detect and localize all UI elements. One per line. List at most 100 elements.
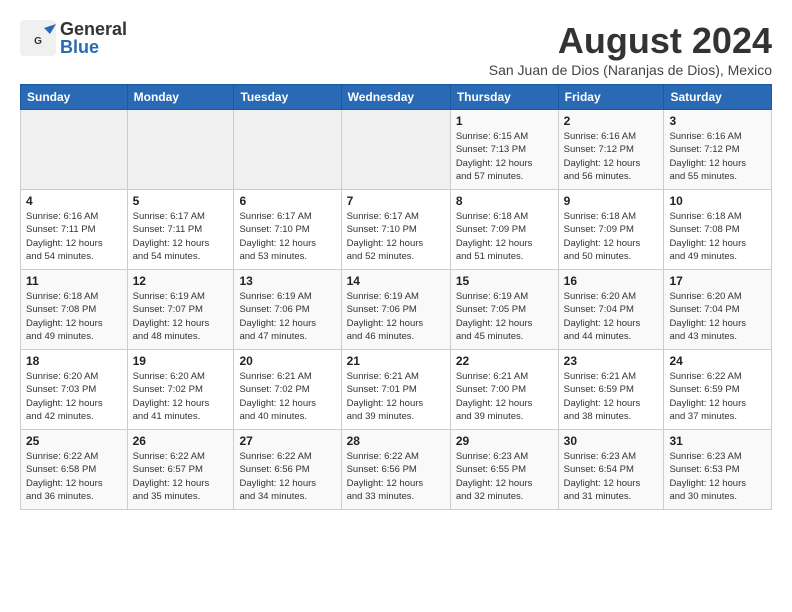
day-number: 19 [133,354,229,368]
calendar-cell: 11Sunrise: 6:18 AM Sunset: 7:08 PM Dayli… [21,270,128,350]
day-number: 15 [456,274,553,288]
day-info: Sunrise: 6:21 AM Sunset: 6:59 PM Dayligh… [564,370,659,423]
calendar-cell: 8Sunrise: 6:18 AM Sunset: 7:09 PM Daylig… [450,190,558,270]
calendar-cell: 19 Sunrise: 6:20 AM Sunset: 7:02 PM Dayli… [127,350,234,430]
svg-text:G: G [34,36,42,47]
day-number: 1 [456,114,553,128]
day-info: Sunrise: 6:18 AM Sunset: 7:08 PM Dayligh… [26,290,122,343]
day-number: 23 [564,354,659,368]
day-info: Sunrise: 6:22 AM Sunset: 6:57 PM Dayligh… [133,450,229,503]
day-info: Sunrise: 6:17 AM Sunset: 7:10 PM Dayligh… [347,210,445,263]
day-number: 6 [239,194,335,208]
day-info: Sunrise: 6:16 AM Sunset: 7:11 PM Dayligh… [26,210,122,263]
day-number: 3 [669,114,766,128]
day-info: Sunrise: 6:21 AM Sunset: 7:00 PM Dayligh… [456,370,553,423]
calendar-cell: 6 Sunrise: 6:17 AM Sunset: 7:10 PM Daylig… [234,190,341,270]
day-number: 14 [347,274,445,288]
day-info: Sunrise: 6:19 AM Sunset: 7:06 PM Dayligh… [347,290,445,343]
day-of-week-header: Sunday [21,85,128,110]
day-info: Sunrise: 6:22 AM Sunset: 6:56 PM Dayligh… [239,450,335,503]
day-of-week-header: Monday [127,85,234,110]
day-of-week-header: Tuesday [234,85,341,110]
month-year: August 2024 [489,20,772,62]
day-number: 8 [456,194,553,208]
day-number: 18 [26,354,122,368]
calendar-cell: 18 Sunrise: 6:20 AM Sunset: 7:03 PM Dayli… [21,350,128,430]
logo-blue: Blue [60,38,127,56]
day-info: Sunrise: 6:17 AM Sunset: 7:10 PM Dayligh… [239,210,335,263]
day-info: Sunrise: 6:19 AM Sunset: 7:06 PM Dayligh… [239,290,335,343]
day-info: Sunrise: 6:15 AM Sunset: 7:13 PM Dayligh… [456,130,553,183]
day-info: Sunrise: 6:19 AM Sunset: 7:07 PM Dayligh… [133,290,229,343]
day-number: 24 [669,354,766,368]
calendar-cell: 28 Sunrise: 6:22 AM Sunset: 6:56 PM Dayli… [341,430,450,510]
day-number: 13 [239,274,335,288]
day-number: 26 [133,434,229,448]
calendar-cell: 22Sunrise: 6:21 AM Sunset: 7:00 PM Dayli… [450,350,558,430]
day-number: 5 [133,194,229,208]
calendar-cell: 26 Sunrise: 6:22 AM Sunset: 6:57 PM Dayli… [127,430,234,510]
calendar-cell: 4 Sunrise: 6:16 AM Sunset: 7:11 PM Daylig… [21,190,128,270]
calendar-cell: 31 Sunrise: 6:23 AM Sunset: 6:53 PM Dayli… [664,430,772,510]
day-number: 30 [564,434,659,448]
calendar-cell: 2 Sunrise: 6:16 AM Sunset: 7:12 PM Daylig… [558,110,664,190]
day-number: 2 [564,114,659,128]
calendar-cell [127,110,234,190]
header: G General Blue August 2024 San Juan de D… [20,20,772,78]
day-number: 28 [347,434,445,448]
day-number: 7 [347,194,445,208]
day-info: Sunrise: 6:17 AM Sunset: 7:11 PM Dayligh… [133,210,229,263]
day-info: Sunrise: 6:20 AM Sunset: 7:04 PM Dayligh… [669,290,766,343]
calendar-cell: 29 Sunrise: 6:23 AM Sunset: 6:55 PM Dayli… [450,430,558,510]
day-number: 9 [564,194,659,208]
day-info: Sunrise: 6:23 AM Sunset: 6:55 PM Dayligh… [456,450,553,503]
day-number: 20 [239,354,335,368]
calendar-table: SundayMondayTuesdayWednesdayThursdayFrid… [20,84,772,510]
day-info: Sunrise: 6:22 AM Sunset: 6:58 PM Dayligh… [26,450,122,503]
day-info: Sunrise: 6:16 AM Sunset: 7:12 PM Dayligh… [669,130,766,183]
day-number: 16 [564,274,659,288]
calendar-cell: 3 Sunrise: 6:16 AM Sunset: 7:12 PM Daylig… [664,110,772,190]
day-number: 25 [26,434,122,448]
day-info: Sunrise: 6:22 AM Sunset: 6:56 PM Dayligh… [347,450,445,503]
day-number: 21 [347,354,445,368]
calendar-cell: 9Sunrise: 6:18 AM Sunset: 7:09 PM Daylig… [558,190,664,270]
calendar-week-row: 11Sunrise: 6:18 AM Sunset: 7:08 PM Dayli… [21,270,772,350]
calendar-week-row: 25 Sunrise: 6:22 AM Sunset: 6:58 PM Dayli… [21,430,772,510]
calendar-cell: 20Sunrise: 6:21 AM Sunset: 7:02 PM Dayli… [234,350,341,430]
day-number: 4 [26,194,122,208]
calendar-cell: 10Sunrise: 6:18 AM Sunset: 7:08 PM Dayli… [664,190,772,270]
calendar-cell: 17Sunrise: 6:20 AM Sunset: 7:04 PM Dayli… [664,270,772,350]
location: San Juan de Dios (Naranjas de Dios), Mex… [489,62,772,78]
day-info: Sunrise: 6:19 AM Sunset: 7:05 PM Dayligh… [456,290,553,343]
day-info: Sunrise: 6:20 AM Sunset: 7:02 PM Dayligh… [133,370,229,423]
calendar-cell: 1 Sunrise: 6:15 AM Sunset: 7:13 PM Daylig… [450,110,558,190]
day-of-week-header: Thursday [450,85,558,110]
calendar-week-row: 1 Sunrise: 6:15 AM Sunset: 7:13 PM Daylig… [21,110,772,190]
calendar-week-row: 18 Sunrise: 6:20 AM Sunset: 7:03 PM Dayli… [21,350,772,430]
calendar-body: 1 Sunrise: 6:15 AM Sunset: 7:13 PM Daylig… [21,110,772,510]
calendar-cell [341,110,450,190]
logo: G General Blue [20,20,127,56]
day-number: 31 [669,434,766,448]
day-info: Sunrise: 6:20 AM Sunset: 7:03 PM Dayligh… [26,370,122,423]
calendar-week-row: 4 Sunrise: 6:16 AM Sunset: 7:11 PM Daylig… [21,190,772,270]
days-header-row: SundayMondayTuesdayWednesdayThursdayFrid… [21,85,772,110]
calendar-cell: 23 Sunrise: 6:21 AM Sunset: 6:59 PM Dayli… [558,350,664,430]
calendar-cell: 25 Sunrise: 6:22 AM Sunset: 6:58 PM Dayli… [21,430,128,510]
calendar-cell: 12Sunrise: 6:19 AM Sunset: 7:07 PM Dayli… [127,270,234,350]
day-info: Sunrise: 6:20 AM Sunset: 7:04 PM Dayligh… [564,290,659,343]
calendar-cell: 30Sunrise: 6:23 AM Sunset: 6:54 PM Dayli… [558,430,664,510]
day-info: Sunrise: 6:23 AM Sunset: 6:53 PM Dayligh… [669,450,766,503]
day-number: 27 [239,434,335,448]
calendar-cell: 24 Sunrise: 6:22 AM Sunset: 6:59 PM Dayli… [664,350,772,430]
calendar-cell: 15 Sunrise: 6:19 AM Sunset: 7:05 PM Dayli… [450,270,558,350]
day-number: 29 [456,434,553,448]
day-of-week-header: Friday [558,85,664,110]
calendar-cell: 14 Sunrise: 6:19 AM Sunset: 7:06 PM Dayli… [341,270,450,350]
day-info: Sunrise: 6:22 AM Sunset: 6:59 PM Dayligh… [669,370,766,423]
logo-icon: G [20,20,56,56]
day-info: Sunrise: 6:16 AM Sunset: 7:12 PM Dayligh… [564,130,659,183]
calendar-cell: 16 Sunrise: 6:20 AM Sunset: 7:04 PM Dayli… [558,270,664,350]
calendar-cell: 21Sunrise: 6:21 AM Sunset: 7:01 PM Dayli… [341,350,450,430]
